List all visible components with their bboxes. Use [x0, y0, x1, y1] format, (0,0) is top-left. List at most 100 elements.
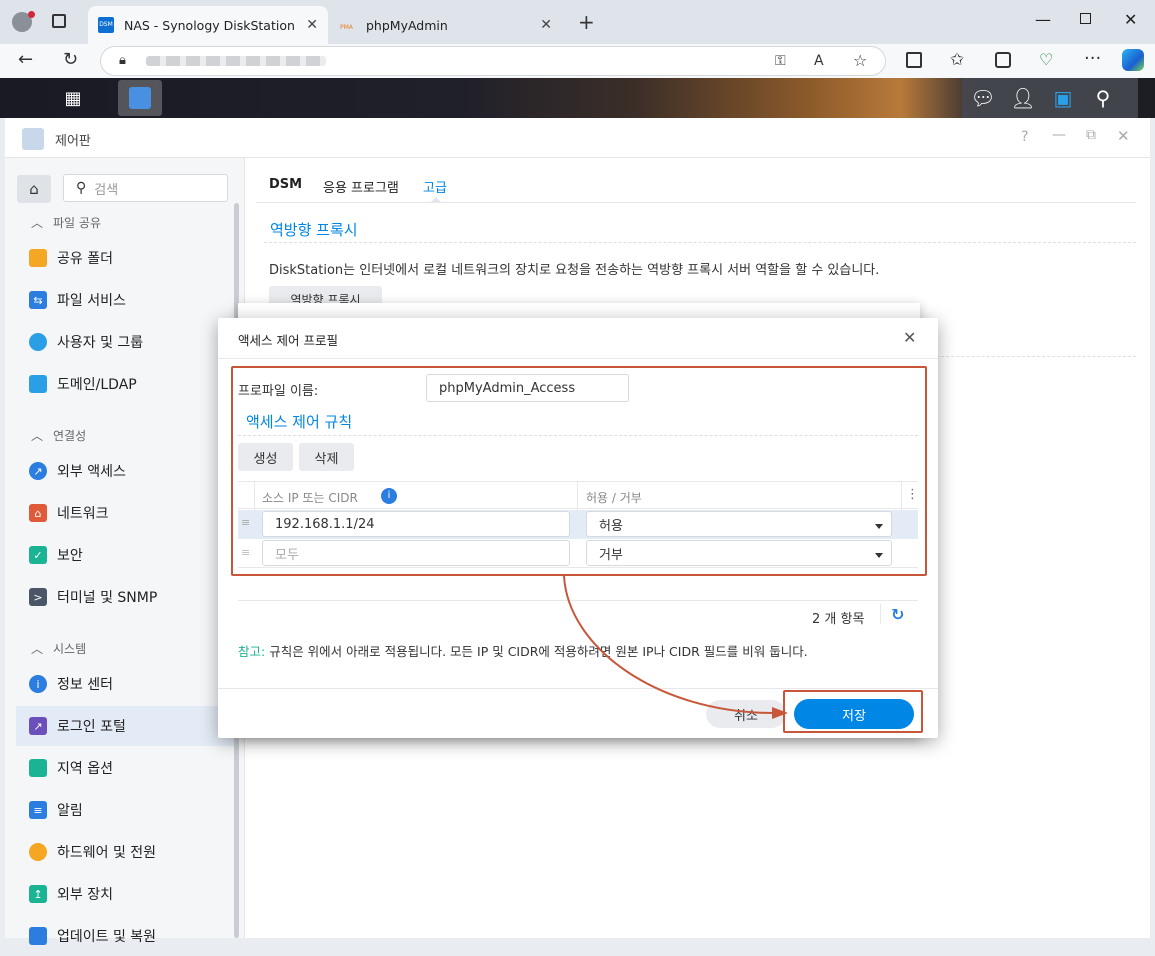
- section-file-sharing[interactable]: ︿ 파일 공유: [31, 214, 101, 231]
- search-taskbar-icon[interactable]: ⚲: [1080, 78, 1126, 118]
- browser-tab-bar: DSM NAS - Synology DiskStation ✕ PMA php…: [0, 0, 1155, 44]
- section-title: 역방향 프록시: [270, 221, 358, 239]
- url-field[interactable]: 🔒︎ ⚿ A ☆: [100, 46, 886, 76]
- sidebar-item-label: 도메인/LDAP: [57, 377, 137, 393]
- lock-icon: 🔒︎: [119, 53, 126, 68]
- collections-icon[interactable]: [995, 52, 1011, 68]
- tab-active-caret: [430, 197, 442, 203]
- sidebar-item-label: 하드웨어 및 전원: [57, 845, 157, 861]
- taskbar-right-panel: 💬︎ 👤︎ ▣ ⚲: [962, 78, 1138, 118]
- section-divider-2: [916, 356, 1136, 357]
- search-input[interactable]: ⚲ 검색: [63, 174, 228, 202]
- sidebar-item-external-devices[interactable]: ↥ 외부 장치: [5, 874, 243, 914]
- pma-favicon: PMA: [340, 24, 353, 31]
- tab-label: phpMyAdmin: [366, 17, 448, 33]
- sidebar-item-label: 사용자 및 그룹: [57, 335, 144, 351]
- sidebar-item-label: 보안: [57, 548, 83, 564]
- sidebar-item-terminal[interactable]: > 터미널 및 SNMP: [5, 577, 243, 617]
- refresh-icon[interactable]: ↻: [63, 51, 78, 69]
- split-screen-icon[interactable]: [906, 52, 922, 68]
- tab-underline: [256, 202, 1136, 203]
- main-menu-icon[interactable]: ▦: [50, 78, 96, 118]
- key-icon[interactable]: ⚿: [775, 53, 786, 69]
- sidebar-item-hardware[interactable]: 하드웨어 및 전원: [5, 832, 243, 872]
- sidebar-item-label: 외부 액세스: [57, 464, 126, 480]
- sidebar-item-label: 터미널 및 SNMP: [57, 590, 158, 606]
- sidebar-item-shared-folder[interactable]: 공유 폴더: [5, 238, 243, 278]
- copilot-icon[interactable]: [1122, 49, 1144, 71]
- sidebar-item-regional-options[interactable]: 지역 옵션: [5, 748, 243, 788]
- section-connectivity[interactable]: ︿ 연결성: [31, 427, 86, 444]
- annotation-arrow: [563, 575, 788, 719]
- window-close-icon[interactable]: ✕: [1117, 127, 1130, 145]
- sidebar-item-network[interactable]: ⌂ 네트워크: [5, 493, 243, 533]
- search-placeholder: 검색: [94, 182, 119, 198]
- sidebar-item-label: 네트워크: [57, 506, 109, 522]
- section-system[interactable]: ︿ 시스템: [31, 640, 86, 657]
- close-window-icon[interactable]: ✕: [1124, 10, 1137, 29]
- tab-actions-icon[interactable]: [52, 14, 66, 28]
- blurred-url: [146, 56, 326, 66]
- window-restore-icon[interactable]: ⧉: [1086, 127, 1096, 143]
- section-divider: [264, 242, 1136, 243]
- file-services-icon: ⇆: [29, 291, 47, 309]
- window-titlebar: 제어판 ? — ⧉ ✕: [5, 118, 1150, 158]
- back-icon[interactable]: ←: [18, 51, 33, 69]
- window-title: 제어판: [55, 134, 91, 149]
- section-description: DiskStation는 인터넷에서 로컬 네트워크의 장치로 요청을 전송하는…: [269, 263, 880, 278]
- home-button[interactable]: ⌂: [17, 175, 51, 203]
- device-icon: ↥: [29, 885, 47, 903]
- dsm-favicon: DSM: [98, 17, 114, 33]
- sidebar-item-label: 알림: [57, 803, 83, 819]
- tab-label: NAS - Synology DiskStation: [124, 17, 295, 33]
- sidebar-item-label: 지역 옵션: [57, 761, 113, 777]
- sidebar-item-update[interactable]: 업데이트 및 복원: [5, 916, 243, 956]
- more-icon[interactable]: ···: [1084, 50, 1101, 68]
- control-panel-taskbar-icon[interactable]: [118, 80, 162, 116]
- external-access-icon: ↗: [29, 462, 47, 480]
- favorites-icon[interactable]: ✩: [950, 52, 964, 69]
- sidebar-item-login-portal[interactable]: ↗ 로그인 포털: [16, 706, 234, 746]
- read-aloud-icon[interactable]: A: [814, 53, 824, 69]
- control-panel-icon: [22, 128, 44, 150]
- section-label: 시스템: [53, 642, 87, 656]
- section-label: 연결성: [53, 429, 87, 443]
- sidebar: ⌂ ⚲ 검색 ︿ 파일 공유 공유 폴더 ⇆ 파일 서비스 사용자 및 그룹 도메인…: [5, 158, 245, 945]
- sidebar-item-security[interactable]: ✓ 보안: [5, 535, 243, 575]
- close-tab-icon[interactable]: ✕: [306, 17, 318, 33]
- address-bar-row: ← ↻ 🔒︎ ⚿ A ☆ ✩ ♡ ···: [0, 44, 1155, 78]
- close-tab-icon[interactable]: ✕: [540, 17, 552, 33]
- bulb-icon: [29, 843, 47, 861]
- window-minimize-icon[interactable]: —: [1052, 127, 1066, 143]
- update-icon: [29, 927, 47, 945]
- sidebar-item-notifications[interactable]: ≡ 알림: [5, 790, 243, 830]
- sidebar-item-label: 업데이트 및 복원: [57, 929, 157, 945]
- tab-phpmyadmin[interactable]: PMA phpMyAdmin ✕: [330, 6, 562, 44]
- minimize-icon[interactable]: —: [1035, 10, 1051, 29]
- tab-diskstation[interactable]: DSM NAS - Synology DiskStation ✕: [88, 6, 328, 44]
- terminal-icon: >: [29, 588, 47, 606]
- tab-dsm[interactable]: DSM: [269, 177, 302, 192]
- new-tab-icon[interactable]: +: [578, 12, 595, 32]
- info-icon: i: [29, 675, 47, 693]
- favorite-star-icon[interactable]: ☆: [853, 53, 867, 69]
- help-icon[interactable]: ?: [1021, 129, 1028, 145]
- users-icon: [29, 333, 47, 351]
- sidebar-item-external-access[interactable]: ↗ 외부 액세스: [5, 451, 243, 491]
- sidebar-item-info-center[interactable]: i 정보 센터: [5, 664, 243, 704]
- sidebar-item-users[interactable]: 사용자 및 그룹: [5, 322, 243, 362]
- chat-icon: ≡: [29, 801, 47, 819]
- login-portal-icon: ↗: [29, 717, 47, 735]
- shield-icon: ✓: [29, 546, 47, 564]
- sidebar-item-file-services[interactable]: ⇆ 파일 서비스: [5, 280, 243, 320]
- health-icon[interactable]: ♡: [1039, 52, 1053, 68]
- globe-icon: [29, 759, 47, 777]
- dsm-taskbar: ▦ 💬︎ 👤︎ ▣ ⚲: [0, 78, 1155, 118]
- maximize-icon[interactable]: [1080, 13, 1091, 24]
- sidebar-item-domain[interactable]: 도메인/LDAP: [5, 364, 243, 404]
- tab-applications[interactable]: 응용 프로그램: [323, 177, 399, 196]
- access-control-profile-dialog: 액세스 제어 프로필 ✕ 프로파일 이름: phpMyAdmin_Access …: [218, 318, 938, 738]
- tab-advanced[interactable]: 고급: [423, 177, 447, 196]
- search-icon: ⚲: [76, 180, 87, 196]
- network-icon: ⌂: [29, 504, 47, 522]
